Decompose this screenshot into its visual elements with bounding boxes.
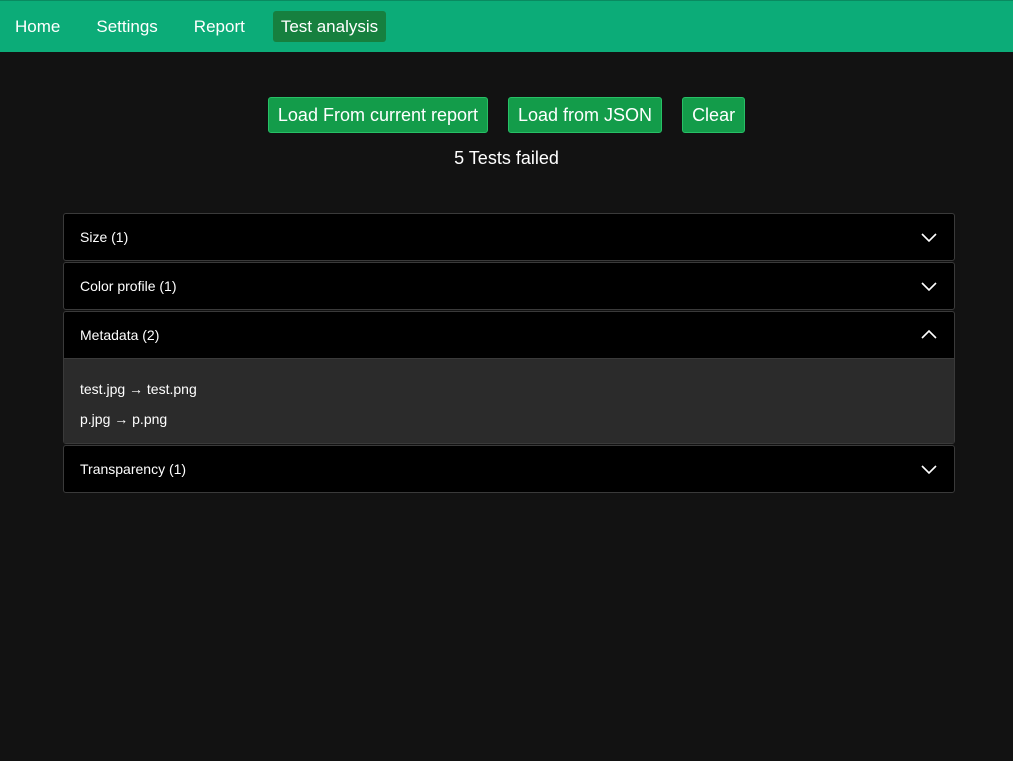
chevron-down-icon <box>921 233 937 243</box>
accordion-title: Color profile (1) <box>80 278 177 294</box>
chevron-down-icon <box>921 465 937 475</box>
nav-settings[interactable]: Settings <box>88 11 165 42</box>
action-bar: Load From current report Load from JSON … <box>0 97 1013 133</box>
accordion-item-transparency: Transparency (1) <box>63 445 955 493</box>
chevron-down-icon <box>921 282 937 292</box>
failed-tests-accordion: Size (1) Color profile (1) Metadata (2) … <box>63 213 955 494</box>
accordion-item-color-profile: Color profile (1) <box>63 262 955 310</box>
load-current-report-button[interactable]: Load From current report <box>267 97 488 133</box>
nav-report[interactable]: Report <box>186 11 253 42</box>
nav-test-analysis[interactable]: Test analysis <box>272 11 387 42</box>
accordion-body-metadata: test.jpg → test.png p.jpg → p.png <box>64 358 954 443</box>
accordion-header-size[interactable]: Size (1) <box>64 214 954 260</box>
accordion-title: Transparency (1) <box>80 461 187 477</box>
accordion-item-size: Size (1) <box>63 213 955 261</box>
accordion-header-color-profile[interactable]: Color profile (1) <box>64 263 954 309</box>
accordion-header-metadata[interactable]: Metadata (2) <box>64 312 954 358</box>
top-navbar: Home Settings Report Test analysis <box>0 0 1013 52</box>
list-item: p.jpg → p.png <box>80 411 168 427</box>
nav-home[interactable]: Home <box>7 11 68 42</box>
clear-button[interactable]: Clear <box>682 97 746 133</box>
accordion-title: Metadata (2) <box>80 327 160 343</box>
accordion-header-transparency[interactable]: Transparency (1) <box>64 446 954 492</box>
list-item: test.jpg → test.png <box>80 381 197 397</box>
accordion-item-metadata: Metadata (2) test.jpg → test.png p.jpg →… <box>63 311 955 444</box>
accordion-title: Size (1) <box>80 229 129 245</box>
failed-count-text: 5 Tests failed <box>454 148 559 168</box>
load-json-button[interactable]: Load from JSON <box>508 97 663 133</box>
chevron-up-icon <box>921 329 937 339</box>
